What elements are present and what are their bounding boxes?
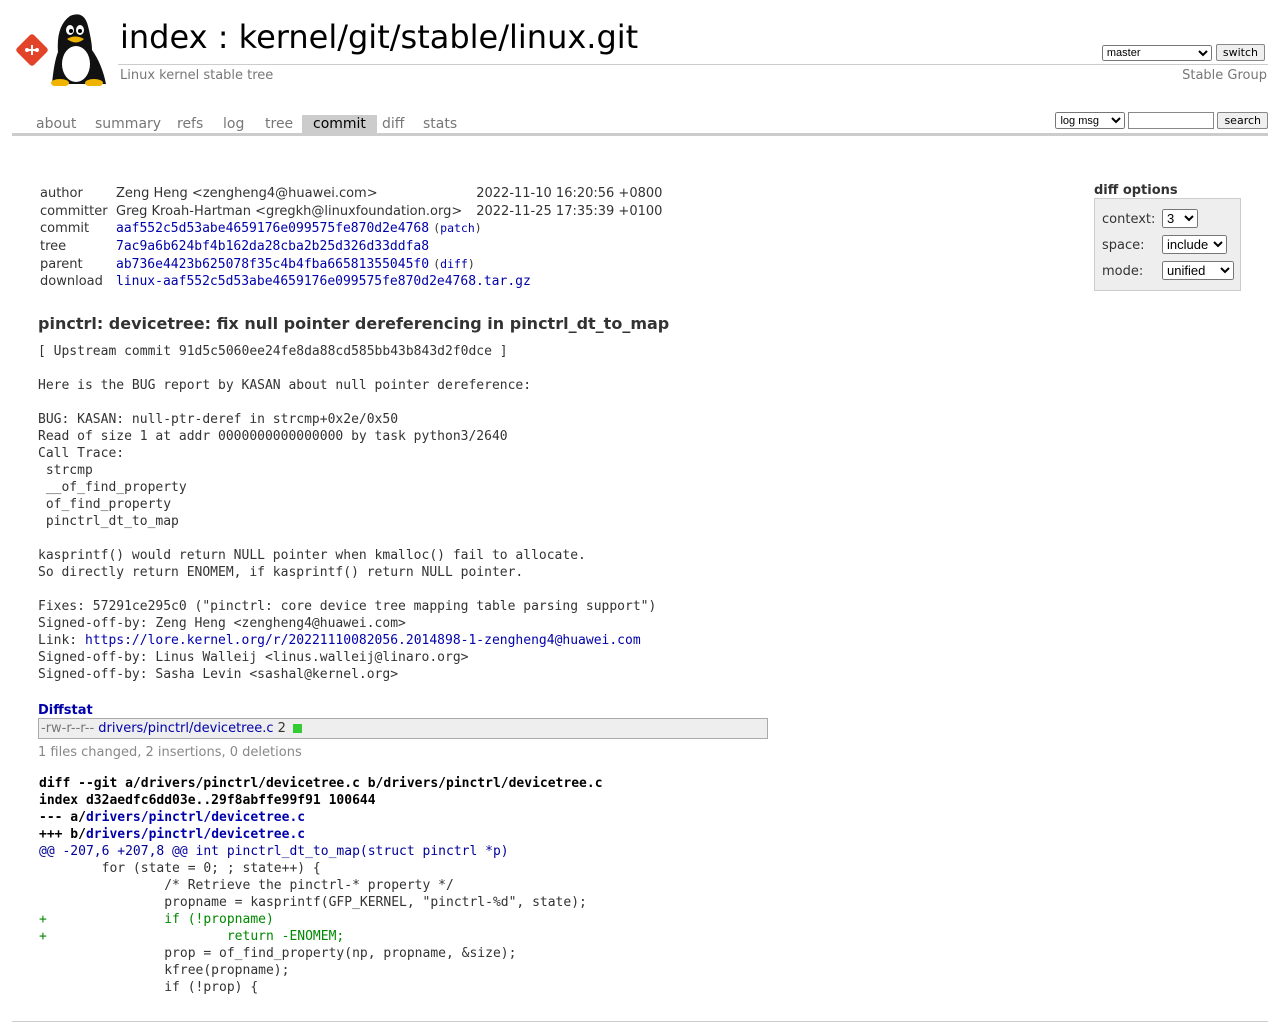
- parent-label: parent: [40, 256, 83, 272]
- switch-button[interactable]: switch: [1215, 44, 1265, 61]
- author-date: 2022-11-10 16:20:56 +0800: [476, 186, 663, 202]
- mode-label: mode:: [1102, 264, 1144, 279]
- parent-row: parent ab736e4423b625078f35c4b4fba665813…: [40, 256, 475, 272]
- repo-description: Linux kernel stable tree: [120, 68, 274, 83]
- diff-context-line: prop = of_find_property(np, propname, &s…: [39, 946, 517, 961]
- index-link[interactable]: index: [120, 18, 208, 56]
- commit-label: commit: [40, 221, 90, 237]
- parent-hash-link[interactable]: ab736e4423b625078f35c4b4fba66581355045f0: [116, 257, 429, 272]
- diff-context-line: for (state = 0; ; state++) {: [39, 861, 321, 876]
- author-value: Zeng Heng <zengheng4@huawei.com>: [116, 186, 378, 202]
- file-mode: -rw-r--r--: [41, 721, 95, 736]
- context-row: context: 3: [1102, 209, 1198, 228]
- commit-info-table: author Zeng Heng <zengheng4@huawei.com> …: [38, 185, 664, 291]
- diff-hunk-header: @@ -207,6 +207,8 @@ int pinctrl_dt_to_ma…: [39, 844, 509, 859]
- mode-select[interactable]: unified: [1162, 261, 1234, 280]
- commit-message-signoffs: Signed-off-by: Linus Walleij <linus.wall…: [38, 650, 469, 682]
- diff-minus-header: --- a/drivers/pinctrl/devicetree.c: [39, 809, 603, 826]
- tab-summary[interactable]: summary: [84, 115, 172, 133]
- tab-bar: about summary refs log tree commit diff …: [12, 112, 1268, 136]
- diffstat-insertion-bar: [293, 724, 303, 733]
- tab-refs[interactable]: refs: [166, 115, 214, 133]
- diff-index-line: index d32aedfc6dd03e..29f8abffe99f91 100…: [39, 793, 376, 808]
- diffstat-table: -rw-r--r-- drivers/pinctrl/devicetree.c …: [38, 718, 768, 739]
- diff-lines: for (state = 0; ; state++) { /* Retrieve…: [39, 860, 603, 996]
- plus-prefix: +++ b/: [39, 827, 86, 842]
- diff-added-line: + return -ENOMEM;: [39, 929, 345, 944]
- diff-options-title: diff options: [1094, 183, 1178, 198]
- repo-link[interactable]: kernel/git/stable/linux.git: [239, 18, 639, 56]
- tab-stats[interactable]: stats: [412, 115, 468, 133]
- tab-log[interactable]: log: [212, 115, 255, 133]
- committer-date: 2022-11-25 17:35:39 +0100: [476, 203, 663, 219]
- download-label: download: [40, 274, 103, 290]
- diffstat-file-link[interactable]: drivers/pinctrl/devicetree.c: [98, 721, 273, 736]
- commit-row: commit aaf552c5d53abe4659176e099575fe870…: [40, 221, 482, 237]
- diff-context-line: /* Retrieve the pinctrl-* property */: [39, 878, 454, 893]
- context-select[interactable]: 3: [1162, 209, 1198, 228]
- branch-form: master switch: [1101, 44, 1265, 61]
- title-separator: :: [207, 18, 239, 56]
- commit-subject: pinctrl: devicetree: fix null pointer de…: [38, 314, 670, 333]
- commit-hash-link[interactable]: aaf552c5d53abe4659176e099575fe870d2e4768: [116, 221, 429, 236]
- diffstat-summary: 1 files changed, 2 insertions, 0 deletio…: [38, 745, 302, 760]
- footer-divider: [12, 1021, 1268, 1022]
- tab-commit[interactable]: commit: [302, 115, 377, 133]
- context-label: context:: [1102, 212, 1156, 227]
- author-row: author Zeng Heng <zengheng4@huawei.com> …: [38, 185, 664, 203]
- tab-diff[interactable]: diff: [371, 115, 415, 133]
- diff-plus-header: +++ b/drivers/pinctrl/devicetree.c: [39, 826, 603, 843]
- tree-row: tree 7ac9a6b624bf4b162da28cba2b25d326d33…: [38, 238, 664, 256]
- download-link[interactable]: linux-aaf552c5d53abe4659176e099575fe870d…: [116, 274, 531, 289]
- lore-link[interactable]: https://lore.kernel.org/r/20221110082056…: [85, 633, 641, 648]
- committer-row: committer Greg Kroah-Hartman <gregkh@lin…: [38, 203, 664, 221]
- git-logo-icon: [16, 34, 48, 66]
- search-type-select[interactable]: log msg: [1055, 112, 1126, 129]
- diff-git-header: diff --git a/drivers/pinctrl/devicetree.…: [39, 776, 603, 791]
- committer-value: Greg Kroah-Hartman <gregkh@linuxfoundati…: [116, 203, 463, 219]
- commit-message-body: [ Upstream commit 91d5c5060ee24fe8da88cd…: [38, 344, 657, 648]
- repo-owner: Stable Group: [1182, 68, 1267, 83]
- diff-context-line: kfree(propname);: [39, 963, 290, 978]
- diff-added-line: + if (!propname): [39, 912, 274, 927]
- diff-options-panel: context: 3 space: include mode: unified: [1094, 198, 1241, 291]
- plus-file-link[interactable]: drivers/pinctrl/devicetree.c: [86, 827, 305, 842]
- commit-message: [ Upstream commit 91d5c5060ee24fe8da88cd…: [38, 343, 656, 683]
- space-select[interactable]: include: [1162, 235, 1227, 254]
- diff-context-line: if (!prop) {: [39, 980, 259, 995]
- minus-prefix: --- a/: [39, 810, 86, 825]
- tab-about[interactable]: about: [25, 115, 87, 133]
- diff-context-line: propname = kasprintf(GFP_KERNEL, "pinctr…: [39, 895, 587, 910]
- header-divider: [118, 64, 1268, 65]
- parent-diff-link[interactable]: diff: [440, 257, 468, 271]
- minus-file-link[interactable]: drivers/pinctrl/devicetree.c: [86, 810, 305, 825]
- space-label: space:: [1102, 238, 1145, 253]
- mode-row: mode: unified: [1102, 261, 1234, 280]
- diffstat-changes: 2: [277, 721, 286, 736]
- space-row: space: include: [1102, 235, 1227, 254]
- tree-hash-link[interactable]: 7ac9a6b624bf4b162da28cba2b25d326d33ddfa8: [116, 239, 429, 254]
- committer-label: committer: [40, 203, 108, 219]
- download-row: download linux-aaf552c5d53abe4659176e099…: [38, 273, 664, 291]
- search-input[interactable]: [1128, 112, 1215, 129]
- cgit-logo[interactable]: [14, 12, 110, 86]
- diff-body: diff --git a/drivers/pinctrl/devicetree.…: [39, 775, 603, 996]
- diffstat-header-link[interactable]: Diffstat: [38, 703, 93, 718]
- author-label: author: [40, 186, 83, 202]
- search-form: log msg search: [1055, 112, 1268, 129]
- page-title: index : kernel/git/stable/linux.git: [120, 18, 638, 56]
- search-button[interactable]: search: [1217, 112, 1268, 129]
- branch-select[interactable]: master: [1101, 44, 1212, 61]
- tux-penguin-icon: [51, 14, 106, 86]
- tab-tree[interactable]: tree: [254, 115, 304, 133]
- tree-label: tree: [40, 239, 67, 255]
- patch-link[interactable]: patch: [440, 221, 475, 235]
